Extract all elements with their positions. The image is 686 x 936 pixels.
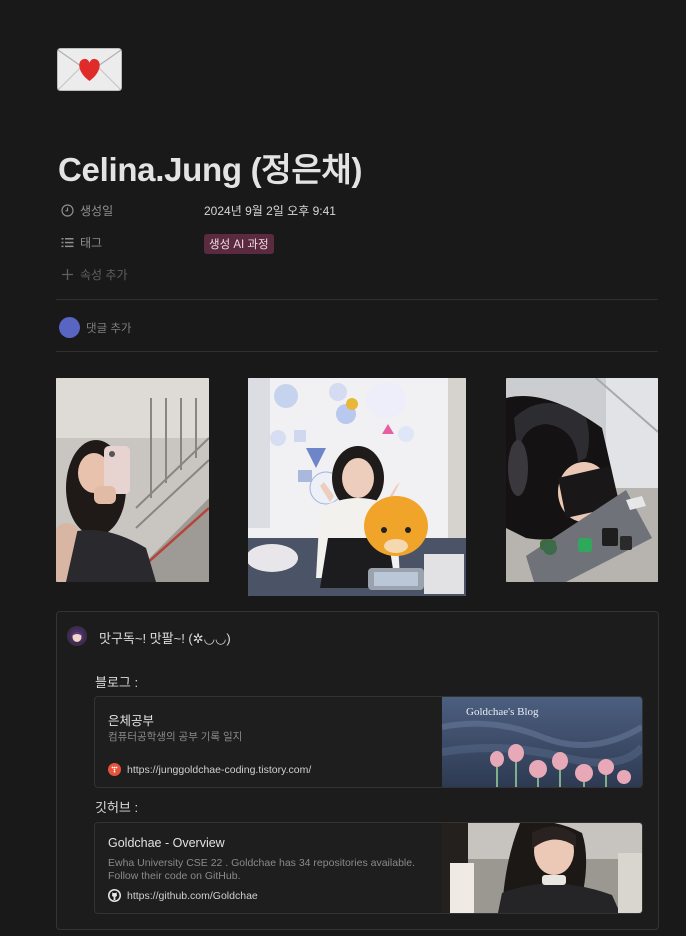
property-created-value[interactable]: 2024년 9월 2일 오후 9:41 (204, 202, 336, 219)
bookmark-description: Ewha University CSE 22 . Goldchae has 34… (108, 857, 415, 882)
bookmark-thumbnail (442, 823, 642, 913)
bookmark-thumbnail: Goldchae's Blog (442, 697, 642, 787)
bookmark-blog[interactable]: 은체공부 컴퓨터공학생의 공부 기록 일지 https://junggoldch… (94, 696, 643, 788)
property-label: 생성일 (80, 203, 114, 218)
divider (56, 351, 658, 352)
avatar (59, 317, 80, 338)
bookmark-github[interactable]: Goldchae - Overview Ewha University CSE … (94, 822, 643, 914)
bookmark-title: Goldchae - Overview (108, 836, 225, 850)
thumbnail-title: Goldchae's Blog (466, 706, 539, 718)
tag-badge[interactable]: 생성 AI 과정 (204, 234, 274, 254)
clock-icon (60, 203, 74, 217)
bookmark-link[interactable]: https://github.com/Goldchae (108, 889, 258, 902)
property-created[interactable]: 생성일 (60, 199, 113, 221)
property-label: 태그 (80, 235, 103, 250)
bookmark-url: https://junggoldchae-coding.tistory.com/ (127, 763, 312, 776)
tistory-icon (108, 763, 121, 776)
callout-text: 맛구독~! 맛팔~! (✲◡◡) (99, 631, 231, 646)
add-property-label: 속성 추가 (80, 267, 128, 282)
photo-stairs-selfie[interactable] (56, 378, 209, 582)
photo-headphones-laptop[interactable] (506, 378, 658, 582)
page-title[interactable]: Celina.Jung (정은채) (58, 143, 362, 191)
plus-icon (60, 267, 74, 281)
bookmark-description: 컴퓨터공학생의 공부 기록 일지 (108, 731, 243, 743)
github-icon (108, 889, 121, 902)
avatar-emoji-icon (67, 626, 87, 646)
bookmark-url: https://github.com/Goldchae (127, 889, 258, 902)
bookmark-title: 은체공부 (108, 714, 155, 728)
list-icon (60, 235, 74, 249)
property-tags[interactable]: 태그 (60, 231, 102, 253)
bookmark-link[interactable]: https://junggoldchae-coding.tistory.com/ (108, 763, 311, 776)
divider (56, 299, 658, 300)
add-property-button[interactable]: 속성 추가 (60, 263, 128, 285)
github-label: 깃허브 : (95, 800, 139, 815)
photo-kakao-friends[interactable] (248, 378, 466, 596)
blog-label: 블로그 : (95, 675, 139, 690)
add-comment-input[interactable]: 댓글 추가 (86, 320, 132, 336)
envelope-heart-icon[interactable] (57, 48, 122, 91)
